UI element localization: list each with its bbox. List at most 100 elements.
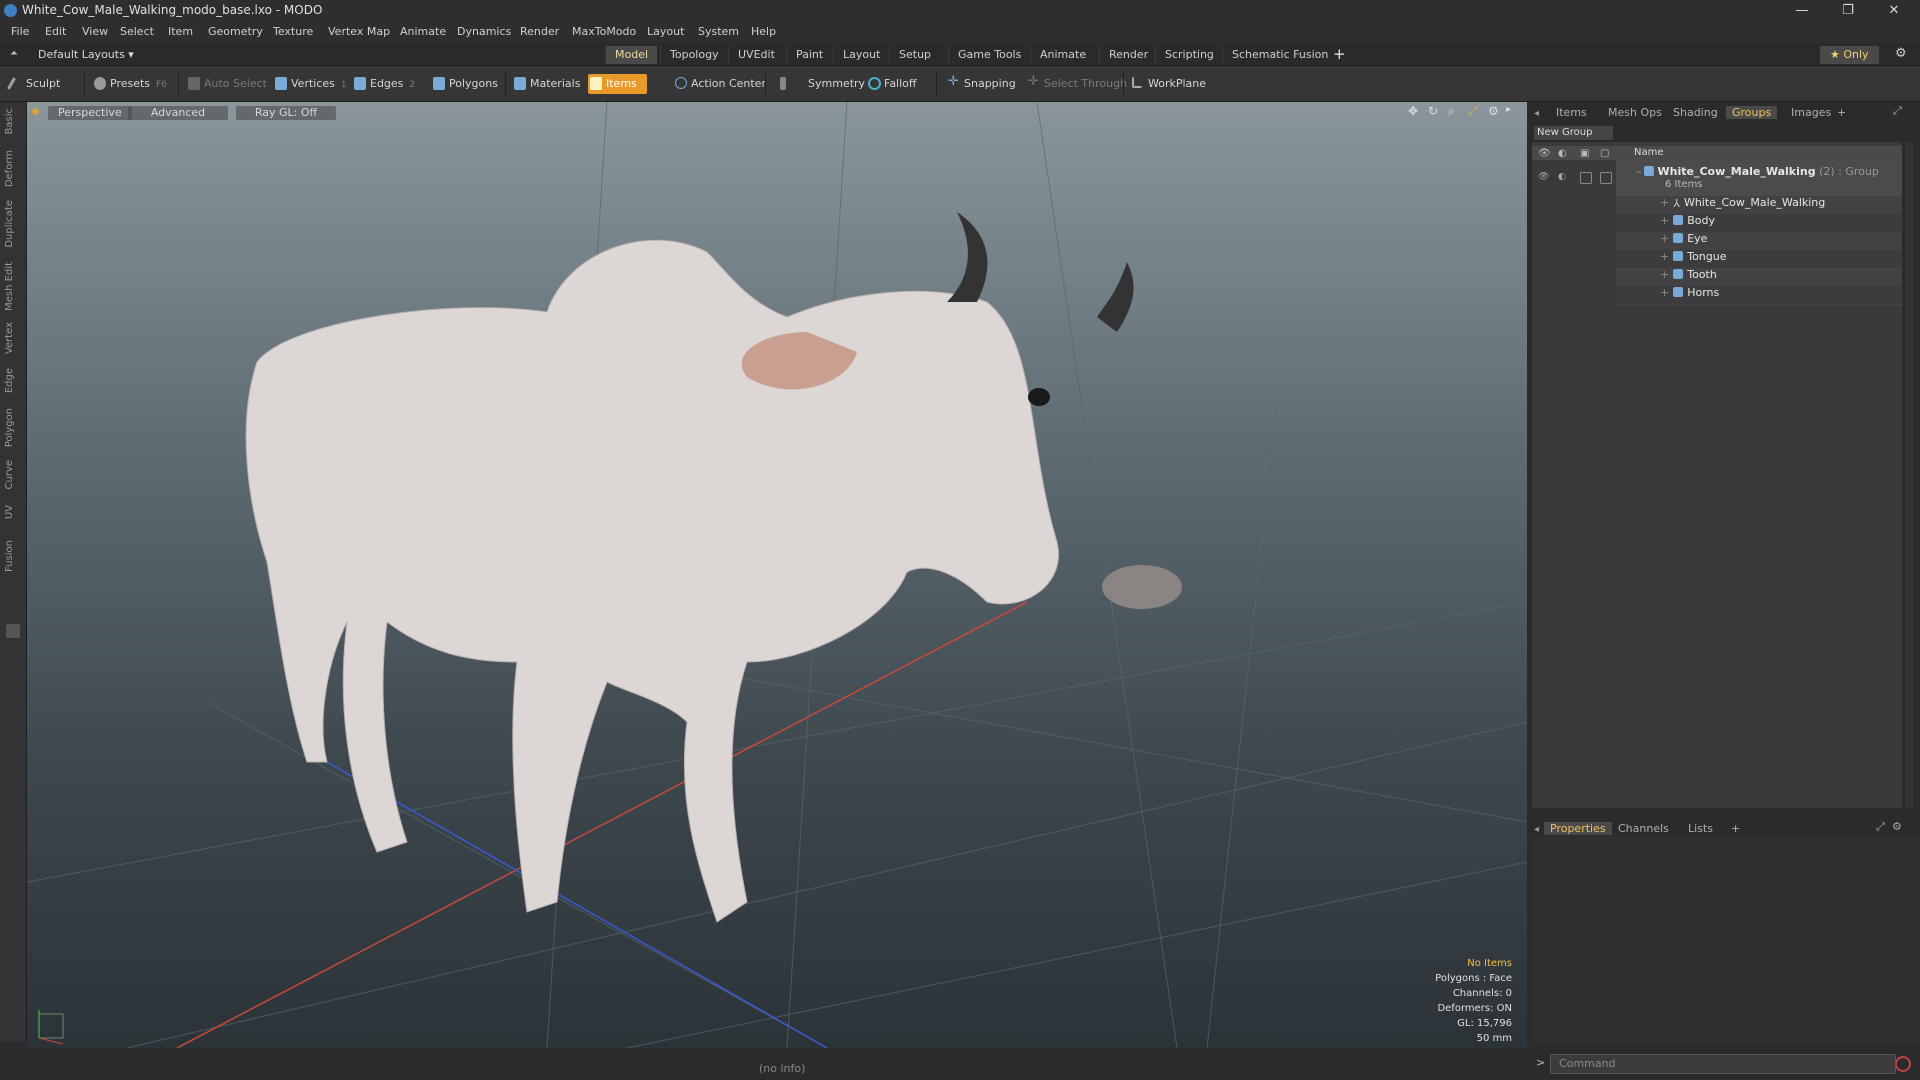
viewport-expand-icon[interactable]: ▸ [1506,104,1511,115]
group-lock-checkbox[interactable] [1580,172,1592,184]
properties-expand-icon[interactable]: ⤢ [1876,820,1885,834]
new-group-button[interactable]: New Group [1534,126,1613,140]
expand-icon[interactable]: + [1660,286,1669,299]
snapping-button[interactable]: ✛ Snapping [946,74,1016,94]
tab-items[interactable]: Items [1556,106,1587,119]
tab-lists[interactable]: Lists [1688,822,1713,835]
tab-groups[interactable]: Groups [1726,106,1778,119]
tab-uvedit[interactable]: UVEdit [728,46,784,64]
vertices-button[interactable]: Vertices 1 [273,74,347,94]
tab-model[interactable]: Model [605,46,658,64]
lock-column-icon[interactable]: ▣ [1580,148,1589,159]
panel-menu-icon[interactable]: ◂ [1534,108,1539,119]
tab-shading[interactable]: Shading [1673,106,1718,119]
falloff-button[interactable]: Falloff [866,74,916,94]
tab-setup[interactable]: Setup [889,46,940,64]
add-tab-button[interactable]: + [1333,45,1346,63]
tree-item-eye[interactable]: + Eye [1660,232,1707,245]
menu-render[interactable]: Render [520,25,559,38]
record-icon[interactable] [1895,1056,1911,1072]
layout-dropdown[interactable]: Default Layouts ▾ [38,48,134,61]
tab-images[interactable]: Images [1791,106,1831,119]
tab-render[interactable]: Render [1099,46,1157,64]
add-panel-tab[interactable]: + [1837,106,1846,119]
cow-model[interactable] [245,212,1182,923]
vtab-vertex[interactable]: Vertex [4,322,15,354]
gear-icon[interactable]: ⚙ [1895,46,1907,61]
polygons-button[interactable]: Polygons [431,74,498,94]
pan-icon[interactable]: ✥ [1408,104,1418,118]
tree-item-locator[interactable]: + ⅄ White_Cow_Male_Walking [1660,196,1825,210]
tab-layout[interactable]: Layout [833,46,889,64]
expand-icon[interactable]: + [1660,250,1669,263]
menu-layout[interactable]: Layout [647,25,684,38]
select-through-button[interactable]: ✛ Select Through [1026,74,1127,94]
group-row[interactable]: – White_Cow_Male_Walking (2) : Group [1636,165,1879,178]
collapse-icon[interactable]: ⏶ [10,48,18,59]
menu-item[interactable]: Item [168,25,193,38]
name-column-header[interactable]: Name [1634,147,1664,158]
group-select-checkbox[interactable] [1600,172,1612,184]
menu-help[interactable]: Help [751,25,776,38]
menu-maxtomodo[interactable]: MaxToModo [572,25,636,38]
panel-expand-icon[interactable]: ⤢ [1893,104,1902,118]
tab-animate[interactable]: Animate [1030,46,1095,64]
add-properties-tab[interactable]: + [1731,822,1740,835]
menu-animate[interactable]: Animate [400,25,446,38]
raygl-button[interactable]: Ray GL: Off [236,106,336,120]
collapse-icon[interactable]: – [1636,165,1642,178]
view-type-button[interactable]: Perspective [48,106,132,120]
vtab-deform[interactable]: Deform [4,150,15,187]
3d-viewport[interactable] [27,102,1527,1048]
menu-view[interactable]: View [82,25,108,38]
tab-properties[interactable]: Properties [1544,822,1612,835]
vtab-uv[interactable]: UV [4,505,15,519]
shading-button[interactable]: Advanced [128,106,228,120]
select-column-icon[interactable]: ▢ [1600,148,1609,159]
menu-system[interactable]: System [698,25,739,38]
auto-select-button[interactable]: Auto Select [186,74,267,94]
menu-select[interactable]: Select [120,25,154,38]
viewport-menu-dot[interactable] [32,108,39,115]
vtab-mesh-edit[interactable]: Mesh Edit [4,262,15,311]
group-render-icon[interactable]: ◐ [1558,172,1566,182]
only-toggle[interactable]: ★ Only [1820,46,1879,64]
workplane-button[interactable]: WorkPlane [1130,74,1206,94]
menu-texture[interactable]: Texture [273,25,313,38]
expand-icon[interactable]: + [1660,232,1669,245]
vtab-edge[interactable]: Edge [4,368,15,393]
presets-button[interactable]: Presets F6 [92,74,167,94]
items-button[interactable]: Items [588,74,647,94]
restore-button[interactable]: ❐ [1826,0,1870,22]
menu-edit[interactable]: Edit [45,25,66,38]
tree-scrollbar[interactable] [1906,142,1914,808]
properties-settings-icon[interactable]: ⚙ [1892,820,1902,833]
properties-menu-icon[interactable]: ◂ [1534,824,1539,835]
fit-icon[interactable]: ⤢ [1468,104,1478,119]
vtab-duplicate[interactable]: Duplicate [4,200,15,248]
menu-dynamics[interactable]: Dynamics [457,25,511,38]
sculpt-button[interactable]: Sculpt [6,74,60,94]
tab-scripting[interactable]: Scripting [1155,46,1223,64]
viewport-settings-icon[interactable]: ⚙ [1488,104,1499,118]
zoom-icon[interactable]: ⌕ [1448,104,1455,119]
tab-paint[interactable]: Paint [786,46,832,64]
materials-button[interactable]: Materials [512,74,580,94]
close-button[interactable]: ✕ [1872,0,1916,22]
symmetry-button[interactable]: Symmetry [778,74,865,94]
vtab-fusion[interactable]: Fusion [4,540,15,572]
minimize-button[interactable]: — [1780,0,1824,22]
edges-button[interactable]: Edges 2 [352,74,415,94]
expand-icon[interactable]: + [1660,196,1669,209]
tab-channels[interactable]: Channels [1618,822,1669,835]
expand-icon[interactable]: + [1660,268,1669,281]
group-visibility-icon[interactable]: 👁 [1538,172,1549,182]
tab-topology[interactable]: Topology [660,46,728,64]
menu-vertex-map[interactable]: Vertex Map [328,25,390,38]
tree-item-horns[interactable]: + Horns [1660,286,1719,299]
tree-item-tongue[interactable]: + Tongue [1660,250,1727,263]
tab-game-tools[interactable]: Game Tools [948,46,1030,64]
action-center-button[interactable]: Action Center [673,74,766,94]
vtab-polygon[interactable]: Polygon [4,408,15,447]
strip-toggle-button[interactable] [6,624,20,638]
